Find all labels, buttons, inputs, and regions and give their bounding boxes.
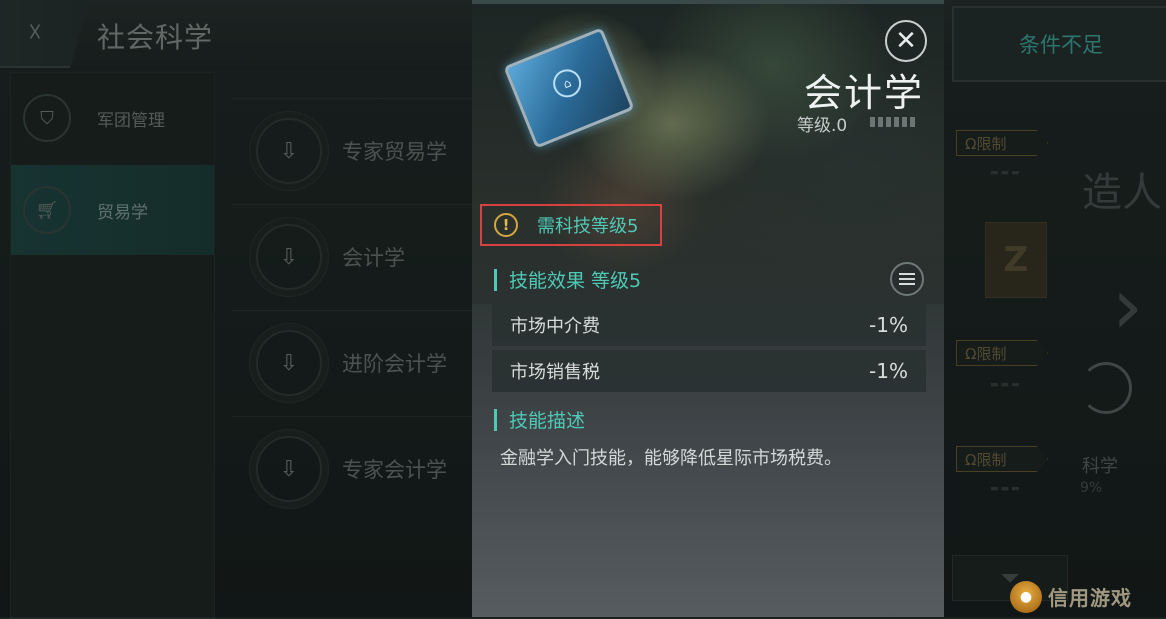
description-section-heading: 技能描述 xyxy=(494,406,585,433)
watermark-logo-icon: ● xyxy=(1010,580,1042,613)
watermark: ● 信用游戏 xyxy=(1010,576,1166,617)
modal-top-border xyxy=(472,0,944,4)
nebula-background xyxy=(472,4,944,304)
lock-icon: ⌂ xyxy=(548,65,586,102)
effect-name: 市场销售税 xyxy=(510,362,600,383)
effect-heading-text: 技能效果 等级5 xyxy=(509,270,642,292)
effect-row: 市场中介费 -1% xyxy=(492,304,926,346)
requirement-notice: ! 需科技等级5 xyxy=(480,204,662,246)
close-icon: ✕ xyxy=(895,26,917,56)
skill-level: 等级.0 xyxy=(797,116,848,136)
effect-section-heading: 技能效果 等级5 xyxy=(494,266,641,293)
description-heading-text: 技能描述 xyxy=(509,410,586,432)
skill-detail-modal: ⌂ ✕ 会计学 等级.0 ! 需科技等级5 技能效果 等级5 市场中介费 -1%… xyxy=(472,0,944,617)
effect-value: -1% xyxy=(869,313,908,337)
skill-description: 金融学入门技能，能够降低星际市场税费。 xyxy=(500,448,842,469)
menu-icon[interactable] xyxy=(890,262,924,296)
close-button[interactable]: ✕ xyxy=(885,20,927,62)
watermark-text: 信用游戏 xyxy=(1048,586,1132,610)
effect-name: 市场中介费 xyxy=(510,316,600,337)
level-progress-bar xyxy=(870,117,915,127)
requirement-text: 需科技等级5 xyxy=(537,216,639,237)
warning-icon: ! xyxy=(494,213,518,237)
skill-title: 会计学 xyxy=(803,71,924,115)
effect-row: 市场销售税 -1% xyxy=(492,350,926,392)
effect-value: -1% xyxy=(869,359,908,383)
